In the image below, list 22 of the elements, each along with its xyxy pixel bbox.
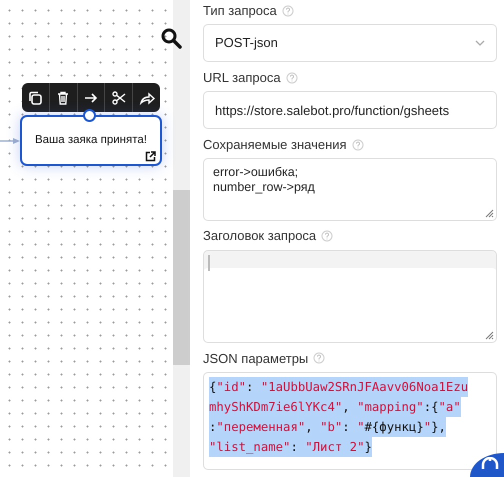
json-code-area[interactable]: {"id": "1aUbbUaw2SRnJFAavv06Noa1Ezu mhyShKDm7ie6lYKc4", "mapping":{"a" :"переменная", "b": "#{функц}"}, "list_name": "Лист 2"} [203,372,497,470]
scrollbar[interactable] [173,0,190,477]
request-type-select[interactable]: POST-json [203,24,497,62]
resize-handle[interactable] [484,208,494,218]
field-label: Заголовок запроса [203,227,316,246]
bot-icon [480,457,500,471]
field-label: JSON параметры [203,350,308,368]
select-value: POST-json [215,34,278,52]
external-link-icon[interactable] [145,151,156,162]
resize-handle[interactable] [484,330,494,340]
field-label: Сохраняемые значения [203,136,347,154]
url-input[interactable]: https://store.salebot.pro/function/gsheets [203,91,497,130]
text-area[interactable]: error->ошибка; number_row->ряд [203,158,497,221]
connector-arrow [0,137,20,145]
message-node[interactable]: Ваша заяка принята! [20,115,162,166]
field-label: Тип запроса [203,2,277,20]
node-text: Ваша заяка принята! [34,132,147,148]
field-label: URL запроса [203,68,281,87]
chevron-down-icon [475,40,485,46]
copy-icon [27,90,44,106]
scissors-icon [110,90,127,106]
search-icon[interactable] [161,28,182,49]
